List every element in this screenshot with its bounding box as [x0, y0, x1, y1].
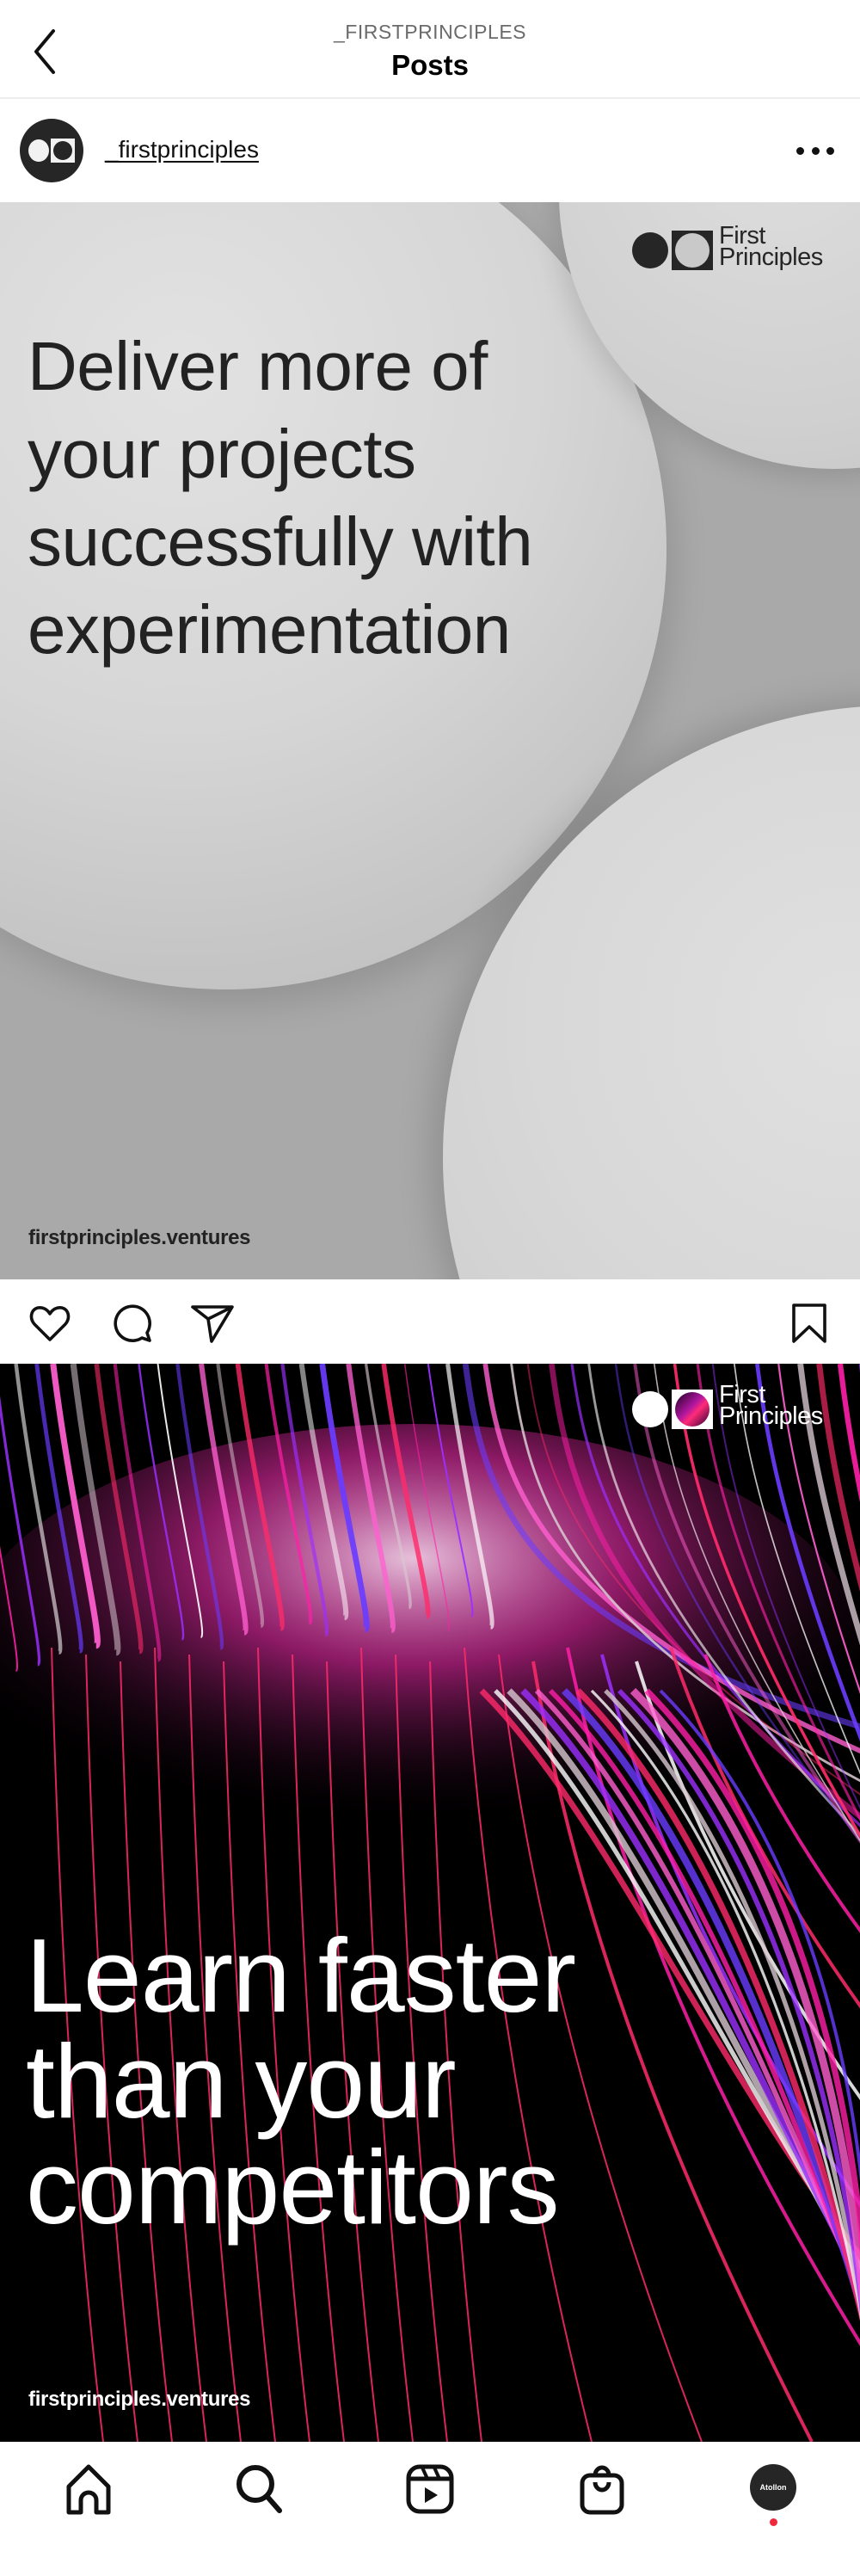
comment-bubble-icon	[114, 1304, 151, 1342]
more-options-button[interactable]	[796, 138, 834, 163]
nav-profile[interactable]: Atollon	[750, 2464, 796, 2511]
brand-logo: First Principles	[632, 222, 834, 274]
post-image[interactable]: First Principles Deliver more of your pr…	[0, 202, 860, 1279]
save-button[interactable]	[788, 1302, 831, 1345]
send-paper-plane-icon	[191, 1305, 234, 1343]
avatar[interactable]	[20, 119, 83, 182]
shopping-bag-icon	[580, 2465, 624, 2515]
first-principles-logo-icon	[28, 139, 49, 162]
post-footer-url: firstprinciples.ventures	[28, 1226, 251, 1249]
comment-button[interactable]	[111, 1302, 154, 1345]
search-icon	[236, 2465, 282, 2513]
brand-logo: First Principles	[632, 1381, 834, 1433]
brand-name-line2: Principles	[719, 1402, 823, 1430]
brand-name-line2: Principles	[719, 243, 823, 271]
post-action-bar	[0, 1279, 860, 1364]
bookmark-icon	[792, 1303, 826, 1343]
post-headline: Deliver more of your projects successful…	[28, 328, 533, 668]
reels-icon	[406, 2464, 454, 2514]
username-link[interactable]: _firstprinciples	[105, 136, 259, 163]
top-header: _FIRSTPRINCIPLES Posts	[0, 0, 860, 99]
nav-home[interactable]	[62, 2462, 115, 2516]
share-button[interactable]	[191, 1302, 234, 1345]
more-horizontal-icon	[796, 146, 804, 155]
page-title: Posts	[391, 49, 469, 81]
nav-reels[interactable]	[403, 2462, 457, 2516]
heart-icon	[29, 1306, 71, 1341]
post-image[interactable]: First Principles Learn faster than your …	[0, 1364, 860, 2442]
post-footer-url: firstprinciples.ventures	[28, 2388, 251, 2411]
account-label: _FIRSTPRINCIPLES	[334, 21, 526, 43]
notification-dot	[770, 2518, 777, 2526]
home-icon	[66, 2464, 111, 2515]
like-button[interactable]	[28, 1302, 71, 1345]
post-header: _firstprinciples	[0, 99, 860, 202]
light-streaks-background	[0, 1364, 860, 2442]
post-headline: Learn faster than your competitors	[26, 1917, 576, 2246]
bottom-nav: Atollon	[0, 2442, 860, 2576]
nav-shop[interactable]	[575, 2462, 629, 2516]
nav-search[interactable]	[233, 2462, 286, 2516]
